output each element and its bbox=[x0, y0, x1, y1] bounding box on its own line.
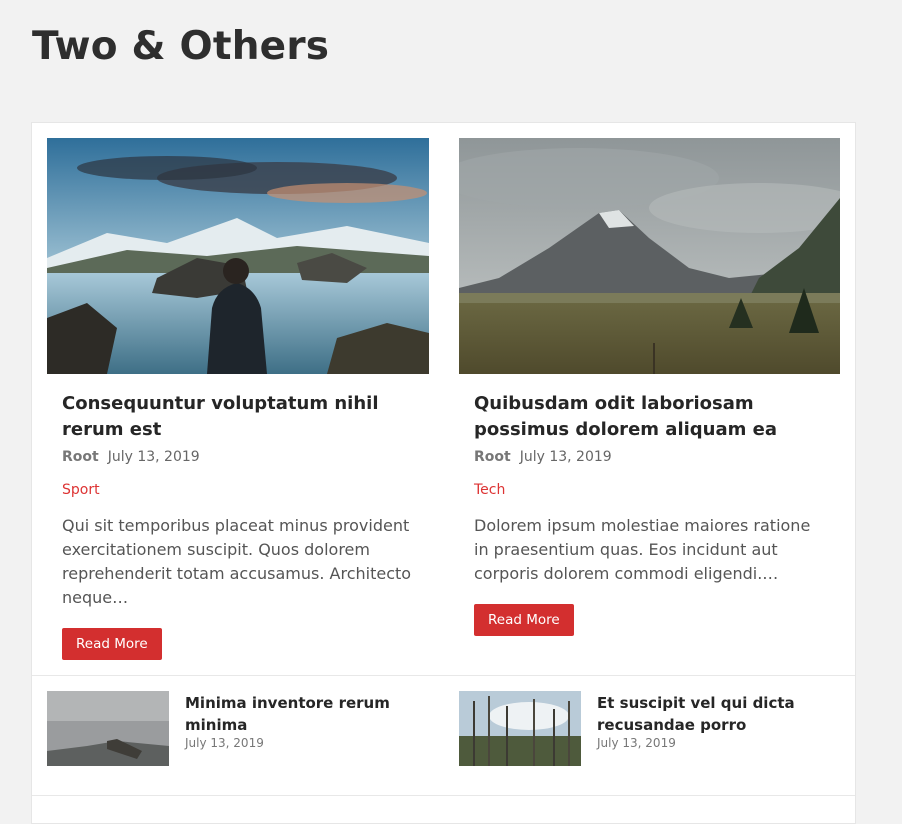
post-thumbnail[interactable] bbox=[47, 138, 429, 374]
page-title: Two & Others bbox=[32, 24, 330, 69]
divider bbox=[32, 795, 855, 796]
other-post: Minima inventore rerum minima July 13, 2… bbox=[47, 691, 429, 767]
post-thumbnail[interactable] bbox=[459, 138, 840, 374]
post-excerpt: Dolorem ipsum molestiae maiores ratione … bbox=[474, 516, 811, 583]
post-thumbnail[interactable] bbox=[459, 691, 581, 766]
post-title[interactable]: Quibusdam odit laboriosam possimus dolor… bbox=[474, 391, 825, 443]
post-thumbnail[interactable] bbox=[47, 691, 169, 766]
read-more-button[interactable]: Read More bbox=[474, 604, 574, 636]
other-post: Et suscipit vel qui dicta recusandae por… bbox=[459, 691, 841, 767]
post-category-link[interactable]: Sport bbox=[62, 482, 100, 498]
post-title[interactable]: Minima inventore rerum minima bbox=[185, 692, 405, 736]
post-excerpt: Qui sit temporibus placeat minus provide… bbox=[62, 516, 412, 607]
post-title[interactable]: Et suscipit vel qui dicta recusandae por… bbox=[597, 692, 817, 736]
divider bbox=[32, 675, 855, 676]
post-date: July 13, 2019 bbox=[597, 736, 676, 750]
posts-card: Consequuntur voluptatum nihil rerum est … bbox=[31, 122, 856, 824]
read-more-button[interactable]: Read More bbox=[62, 628, 162, 660]
post-date: July 13, 2019 bbox=[107, 449, 200, 465]
featured-post: Quibusdam odit laboriosam possimus dolor… bbox=[459, 138, 840, 636]
featured-post: Consequuntur voluptatum nihil rerum est … bbox=[47, 138, 429, 660]
post-title[interactable]: Consequuntur voluptatum nihil rerum est bbox=[62, 391, 414, 443]
post-author[interactable]: Root bbox=[474, 449, 511, 465]
post-date: July 13, 2019 bbox=[519, 449, 612, 465]
post-category-link[interactable]: Tech bbox=[474, 482, 505, 498]
post-date: July 13, 2019 bbox=[185, 736, 264, 750]
post-author[interactable]: Root bbox=[62, 449, 99, 465]
post-meta: Root July 13, 2019 bbox=[474, 447, 825, 467]
post-meta: Root July 13, 2019 bbox=[62, 447, 414, 467]
